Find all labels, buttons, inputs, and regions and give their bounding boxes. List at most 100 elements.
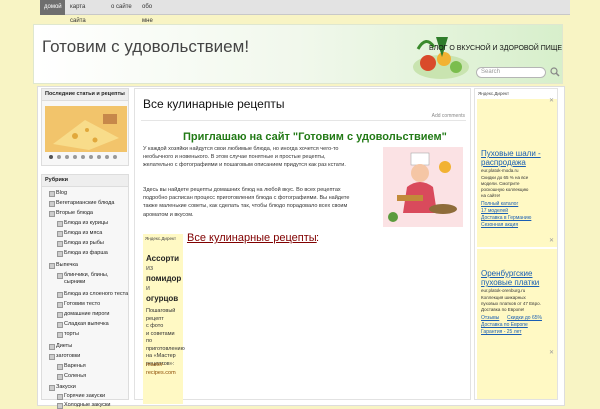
ad-word: и: [146, 285, 150, 292]
rubric-pies[interactable]: домашние пироги: [56, 311, 109, 318]
recent-posts-widget: Последние статьи и рецепты: [41, 88, 129, 166]
ad-title-line: Пуховые шали -: [481, 149, 541, 158]
site-title[interactable]: Готовим с удовольствием!: [42, 37, 249, 57]
ad2-link[interactable]: Доставка по Европе: [481, 322, 528, 328]
ad-headline[interactable]: огурцов: [146, 294, 178, 303]
rubric-meat[interactable]: Блюда из мяса: [56, 230, 102, 237]
ad1-link[interactable]: Полный каталог: [481, 201, 518, 207]
ad1-title[interactable]: Пуховые шали - распродажа: [481, 149, 541, 167]
close-icon[interactable]: ✕: [549, 97, 554, 104]
title-divider: [141, 120, 466, 121]
cheese-photo[interactable]: [45, 106, 127, 152]
text-line: желательно с фотографиями и пошаговым оп…: [143, 162, 346, 169]
ad-text-line: и советами: [146, 330, 175, 337]
rubrics-widget: Рубрики Blog Вегетарианские блюда Вторые…: [41, 174, 129, 409]
slider-dot[interactable]: [65, 155, 69, 159]
slider-dot[interactable]: [113, 155, 117, 159]
rubric-chicken[interactable]: Блюда из курицы: [56, 220, 108, 227]
post-area: Все кулинарные рецепты Add comments Приг…: [134, 88, 471, 404]
rubric-baking[interactable]: Выпечка: [49, 262, 78, 269]
top-nav: домой карта сайта о сайте обо мне: [40, 0, 570, 24]
ad2-link[interactable]: Скидки до 65%: [507, 315, 542, 321]
left-ad-block[interactable]: Яндекс.Директ Ассорти из помидор и огурц…: [143, 234, 185, 404]
slider-dot[interactable]: [49, 155, 53, 159]
slider-dot[interactable]: [73, 155, 77, 159]
rubric-blog[interactable]: Blog: [48, 190, 67, 197]
ad1-text: Скидки до 65 % на все модели. Смотрите р…: [481, 175, 556, 199]
text-line: У каждой хозяйки найдутся свои любимые б…: [143, 146, 339, 152]
post-title[interactable]: Все кулинарные рецепты: [143, 97, 284, 111]
search-input[interactable]: Search: [476, 67, 546, 78]
text-line: необычного и новенького. В этом случае п…: [143, 154, 326, 161]
close-icon[interactable]: ✕: [549, 237, 554, 244]
left-sidebar: Последние статьи и рецепты Рубрики Blog …: [41, 88, 129, 409]
ad2-url[interactable]: eur.platok-orenburg.ru: [481, 288, 525, 293]
ad-text-line: Пошаговый: [146, 308, 176, 314]
all-recipes-link[interactable]: Все кулинарные рецепты: [187, 232, 317, 244]
rubric-vegetarian[interactable]: Вегетарианские блюда: [48, 200, 114, 207]
slider-dot[interactable]: [89, 155, 93, 159]
rubric-diets[interactable]: Диеты: [48, 343, 72, 350]
rubric-preserves[interactable]: заготовки: [48, 353, 80, 360]
close-icon[interactable]: ✕: [549, 349, 554, 356]
nav-about-site[interactable]: о сайте: [107, 0, 137, 15]
rubric-main-courses[interactable]: Вторые блюда: [49, 210, 93, 217]
ad-text-line: рецепт: [146, 315, 164, 322]
site-header: Готовим с удовольствием! БЛОГ О ВКУСНОЙ …: [33, 24, 563, 84]
description-paragraph: Здесь вы найдете рецепты домашних блюд н…: [143, 186, 383, 219]
ad-text-line: Доставка по Европе!: [481, 307, 525, 312]
text-line: Здесь вы найдете рецепты домашних блюд н…: [143, 187, 341, 193]
chef-illustration: [383, 147, 463, 227]
ad-text-line: на сайте!: [481, 193, 501, 198]
search-icon[interactable]: [550, 67, 560, 77]
ad-url[interactable]: recipes.com: [146, 370, 176, 376]
ad-text-line: с фото: [146, 323, 164, 329]
recent-posts-title: Последние статьи и рецепты: [42, 89, 128, 101]
rubric-snacks[interactable]: Закуски: [49, 384, 76, 391]
rubric-cakes[interactable]: торты: [57, 331, 79, 338]
rubric-cold-snacks[interactable]: Холодные закуски: [57, 402, 111, 409]
nav-home[interactable]: домой: [40, 0, 65, 15]
rubric-pancakes[interactable]: блинчики, блины, сырники: [57, 272, 120, 286]
ad-headline[interactable]: Ассорти: [146, 254, 179, 263]
ad-label: Яндекс.Директ: [145, 236, 177, 241]
slider-dots: [45, 155, 127, 161]
ad2-title[interactable]: Оренбургские пуховые платки: [481, 269, 539, 287]
nav-about-me[interactable]: обо мне: [138, 0, 168, 24]
rubric-minced-meat[interactable]: Блюда из фарша: [57, 250, 108, 257]
ad-title-line: пуховые платки: [481, 278, 540, 287]
ad1-link[interactable]: 17 моделей: [481, 208, 508, 214]
add-comments-link[interactable]: Add comments: [395, 113, 465, 119]
rubric-puff-pastry[interactable]: Блюда из слоеного теста: [56, 291, 128, 298]
rubric-hot-snacks[interactable]: Горячие закуски: [56, 393, 105, 400]
intro-paragraph: У каждой хозяйки найдутся свои любимые б…: [143, 145, 375, 170]
slider-dot[interactable]: [57, 155, 61, 159]
ad-headline[interactable]: помидор: [146, 274, 181, 283]
all-recipes-colon: :: [316, 232, 320, 244]
ad-title-line: распродажа: [481, 158, 526, 167]
slider-dot[interactable]: [105, 155, 109, 159]
ad-title-line: Оренбургские: [481, 269, 533, 278]
ad-label: Яндекс.Директ: [478, 91, 510, 96]
ad1-link[interactable]: Сезонная акция: [481, 222, 518, 228]
ad-word: из: [146, 265, 154, 272]
site-slogan: БЛОГ О ВКУСНОЙ И ЗДОРОВОЙ ПИЩЕ: [429, 45, 563, 52]
ad2-text: Коллекция шикарных пуховых платков от 47…: [481, 295, 556, 313]
rubric-dough[interactable]: Готовим тесто: [56, 301, 100, 308]
ad2-link[interactable]: Отзывы: [481, 315, 499, 321]
right-ad-sidebar: Яндекс.Директ ✕ Пуховые шали - распродаж…: [474, 88, 558, 400]
ad2-link[interactable]: Гарантия - 25 лет: [481, 329, 522, 335]
slider-dot[interactable]: [97, 155, 101, 159]
ad1-link[interactable]: Доставка в Германию: [481, 215, 531, 221]
invite-heading: Приглашаю на сайт "Готовим с удовольстви…: [183, 131, 447, 143]
ad-url[interactable]: master-: [146, 362, 165, 368]
nav-sitemap[interactable]: карта сайта: [66, 0, 106, 24]
slider-dot[interactable]: [81, 155, 85, 159]
rubric-jams[interactable]: Варенья: [57, 363, 86, 370]
ad1-url[interactable]: eur.platok-moda.ru: [481, 168, 519, 173]
rubric-pickles[interactable]: Соленья: [56, 373, 86, 380]
rubric-fish[interactable]: Блюда из рыбы: [57, 240, 104, 247]
rubric-sweet-baking[interactable]: Сладкая выпечка: [57, 321, 109, 328]
text-line: также маленькие советы, как сделать так,…: [143, 203, 348, 210]
text-line: ароматом и вкусом.: [143, 211, 194, 218]
